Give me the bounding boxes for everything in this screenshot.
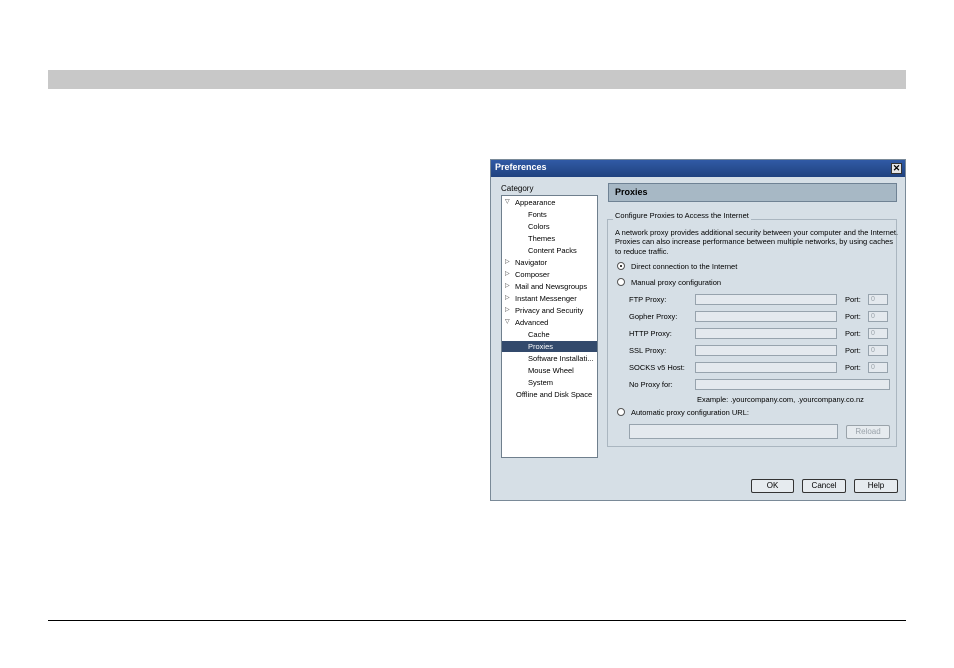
ftp-port-input[interactable]: 0 bbox=[868, 294, 888, 305]
manual-proxy-label[interactable]: Manual proxy configuration bbox=[631, 278, 721, 287]
manual-proxy-radio[interactable] bbox=[617, 278, 625, 286]
http-proxy-input[interactable] bbox=[695, 328, 837, 339]
ftp-proxy-label: FTP Proxy: bbox=[629, 295, 667, 304]
tree-item-label: Instant Messenger bbox=[515, 294, 577, 303]
gopher-proxy-label: Gopher Proxy: bbox=[629, 312, 678, 321]
tree-item-mail-and-newsgroups[interactable]: ▷ Mail and Newsgroups bbox=[502, 281, 597, 292]
tree-item-label: Proxies bbox=[528, 342, 554, 351]
gopher-port-input[interactable]: 0 bbox=[868, 311, 888, 322]
auto-proxy-label[interactable]: Automatic proxy configuration URL: bbox=[631, 408, 749, 417]
tree-item-fonts[interactable]: Fonts bbox=[502, 209, 597, 220]
close-icon[interactable]: ✕ bbox=[891, 163, 902, 174]
socks-port-label: Port: bbox=[845, 363, 861, 372]
page-header-bar bbox=[48, 70, 906, 89]
collapsed-twisty-icon[interactable]: ▷ bbox=[505, 269, 510, 280]
tree-item-advanced[interactable]: ▽ Advanced bbox=[502, 317, 597, 328]
ok-button[interactable]: OK bbox=[751, 479, 794, 493]
tree-item-colors[interactable]: Colors bbox=[502, 221, 597, 232]
http-port-label: Port: bbox=[845, 329, 861, 338]
tree-item-label: Content Packs bbox=[528, 246, 577, 255]
no-proxy-label: No Proxy for: bbox=[629, 380, 673, 389]
category-tree[interactable]: ▽ Appearance Fonts Colors Themes Content … bbox=[501, 195, 598, 458]
tree-item-software-installation[interactable]: Software Installati... bbox=[502, 353, 597, 364]
ftp-proxy-input[interactable] bbox=[695, 294, 837, 305]
tree-item-system[interactable]: System bbox=[502, 377, 597, 388]
tree-item-themes[interactable]: Themes bbox=[502, 233, 597, 244]
expanded-twisty-icon[interactable]: ▽ bbox=[505, 317, 510, 328]
ssl-port-input[interactable]: 0 bbox=[868, 345, 888, 356]
reload-button[interactable]: Reload bbox=[846, 425, 890, 439]
tree-item-composer[interactable]: ▷ Composer bbox=[502, 269, 597, 280]
tree-item-cache[interactable]: Cache bbox=[502, 329, 597, 340]
proxy-description: A network proxy provides additional secu… bbox=[615, 228, 899, 256]
tree-item-label: Appearance bbox=[515, 198, 556, 207]
panel-header: Proxies bbox=[608, 183, 897, 202]
collapsed-twisty-icon[interactable]: ▷ bbox=[505, 257, 510, 268]
expanded-twisty-icon[interactable]: ▽ bbox=[505, 197, 510, 208]
ssl-proxy-input[interactable] bbox=[695, 345, 837, 356]
ssl-proxy-label: SSL Proxy: bbox=[629, 346, 667, 355]
tree-item-label: Themes bbox=[528, 234, 556, 243]
http-proxy-label: HTTP Proxy: bbox=[629, 329, 672, 338]
socks-port-input[interactable]: 0 bbox=[868, 362, 888, 373]
preferences-dialog: Preferences ✕ Category ▽ Appearance Fonts… bbox=[490, 159, 906, 501]
tree-item-label: Mail and Newsgroups bbox=[515, 282, 588, 291]
gopher-port-label: Port: bbox=[845, 312, 861, 321]
no-proxy-input[interactable] bbox=[695, 379, 890, 390]
tree-item-label: Software Installati... bbox=[528, 354, 594, 363]
tree-item-instant-messenger[interactable]: ▷ Instant Messenger bbox=[502, 293, 597, 304]
tree-item-label: System bbox=[528, 378, 554, 387]
auto-proxy-url-input[interactable] bbox=[629, 424, 838, 439]
tree-item-mouse-wheel[interactable]: Mouse Wheel bbox=[502, 365, 597, 376]
tree-item-label: Cache bbox=[528, 330, 550, 339]
category-label: Category bbox=[501, 184, 534, 193]
tree-item-label: Offline and Disk Space bbox=[516, 390, 593, 399]
tree-item-content-packs[interactable]: Content Packs bbox=[502, 245, 597, 256]
page-footer-rule bbox=[48, 620, 906, 621]
tree-item-label: Fonts bbox=[528, 210, 547, 219]
auto-proxy-radio[interactable] bbox=[617, 408, 625, 416]
direct-connection-label[interactable]: Direct connection to the Internet bbox=[631, 262, 737, 271]
group-legend: Configure Proxies to Access the Internet bbox=[613, 211, 751, 220]
collapsed-twisty-icon[interactable]: ▷ bbox=[505, 305, 510, 316]
tree-item-appearance[interactable]: ▽ Appearance bbox=[502, 197, 597, 208]
tree-item-proxies[interactable]: Proxies bbox=[502, 341, 597, 352]
dialog-title: Preferences bbox=[495, 162, 547, 172]
socks-host-label: SOCKS v5 Host: bbox=[629, 363, 685, 372]
http-port-input[interactable]: 0 bbox=[868, 328, 888, 339]
tree-item-navigator[interactable]: ▷ Navigator bbox=[502, 257, 597, 268]
socks-host-input[interactable] bbox=[695, 362, 837, 373]
tree-item-privacy-and-security[interactable]: ▷ Privacy and Security bbox=[502, 305, 597, 316]
collapsed-twisty-icon[interactable]: ▷ bbox=[505, 281, 510, 292]
ssl-port-label: Port: bbox=[845, 346, 861, 355]
tree-item-label: Mouse Wheel bbox=[528, 366, 574, 375]
tree-item-label: Advanced bbox=[515, 318, 549, 327]
tree-item-offline-and-disk-space[interactable]: Offline and Disk Space bbox=[502, 389, 597, 400]
collapsed-twisty-icon[interactable]: ▷ bbox=[505, 293, 510, 304]
tree-item-label: Colors bbox=[528, 222, 550, 231]
dialog-titlebar: Preferences ✕ bbox=[491, 160, 905, 177]
panel-title: Proxies bbox=[615, 187, 648, 197]
help-button[interactable]: Help bbox=[854, 479, 898, 493]
tree-item-label: Composer bbox=[515, 270, 550, 279]
ftp-port-label: Port: bbox=[845, 295, 861, 304]
tree-item-label: Navigator bbox=[515, 258, 548, 267]
direct-connection-radio[interactable] bbox=[617, 262, 625, 270]
gopher-proxy-input[interactable] bbox=[695, 311, 837, 322]
cancel-button[interactable]: Cancel bbox=[802, 479, 846, 493]
no-proxy-example: Example: .yourcompany.com, .yourcompany.… bbox=[697, 395, 864, 404]
tree-item-label: Privacy and Security bbox=[515, 306, 584, 315]
